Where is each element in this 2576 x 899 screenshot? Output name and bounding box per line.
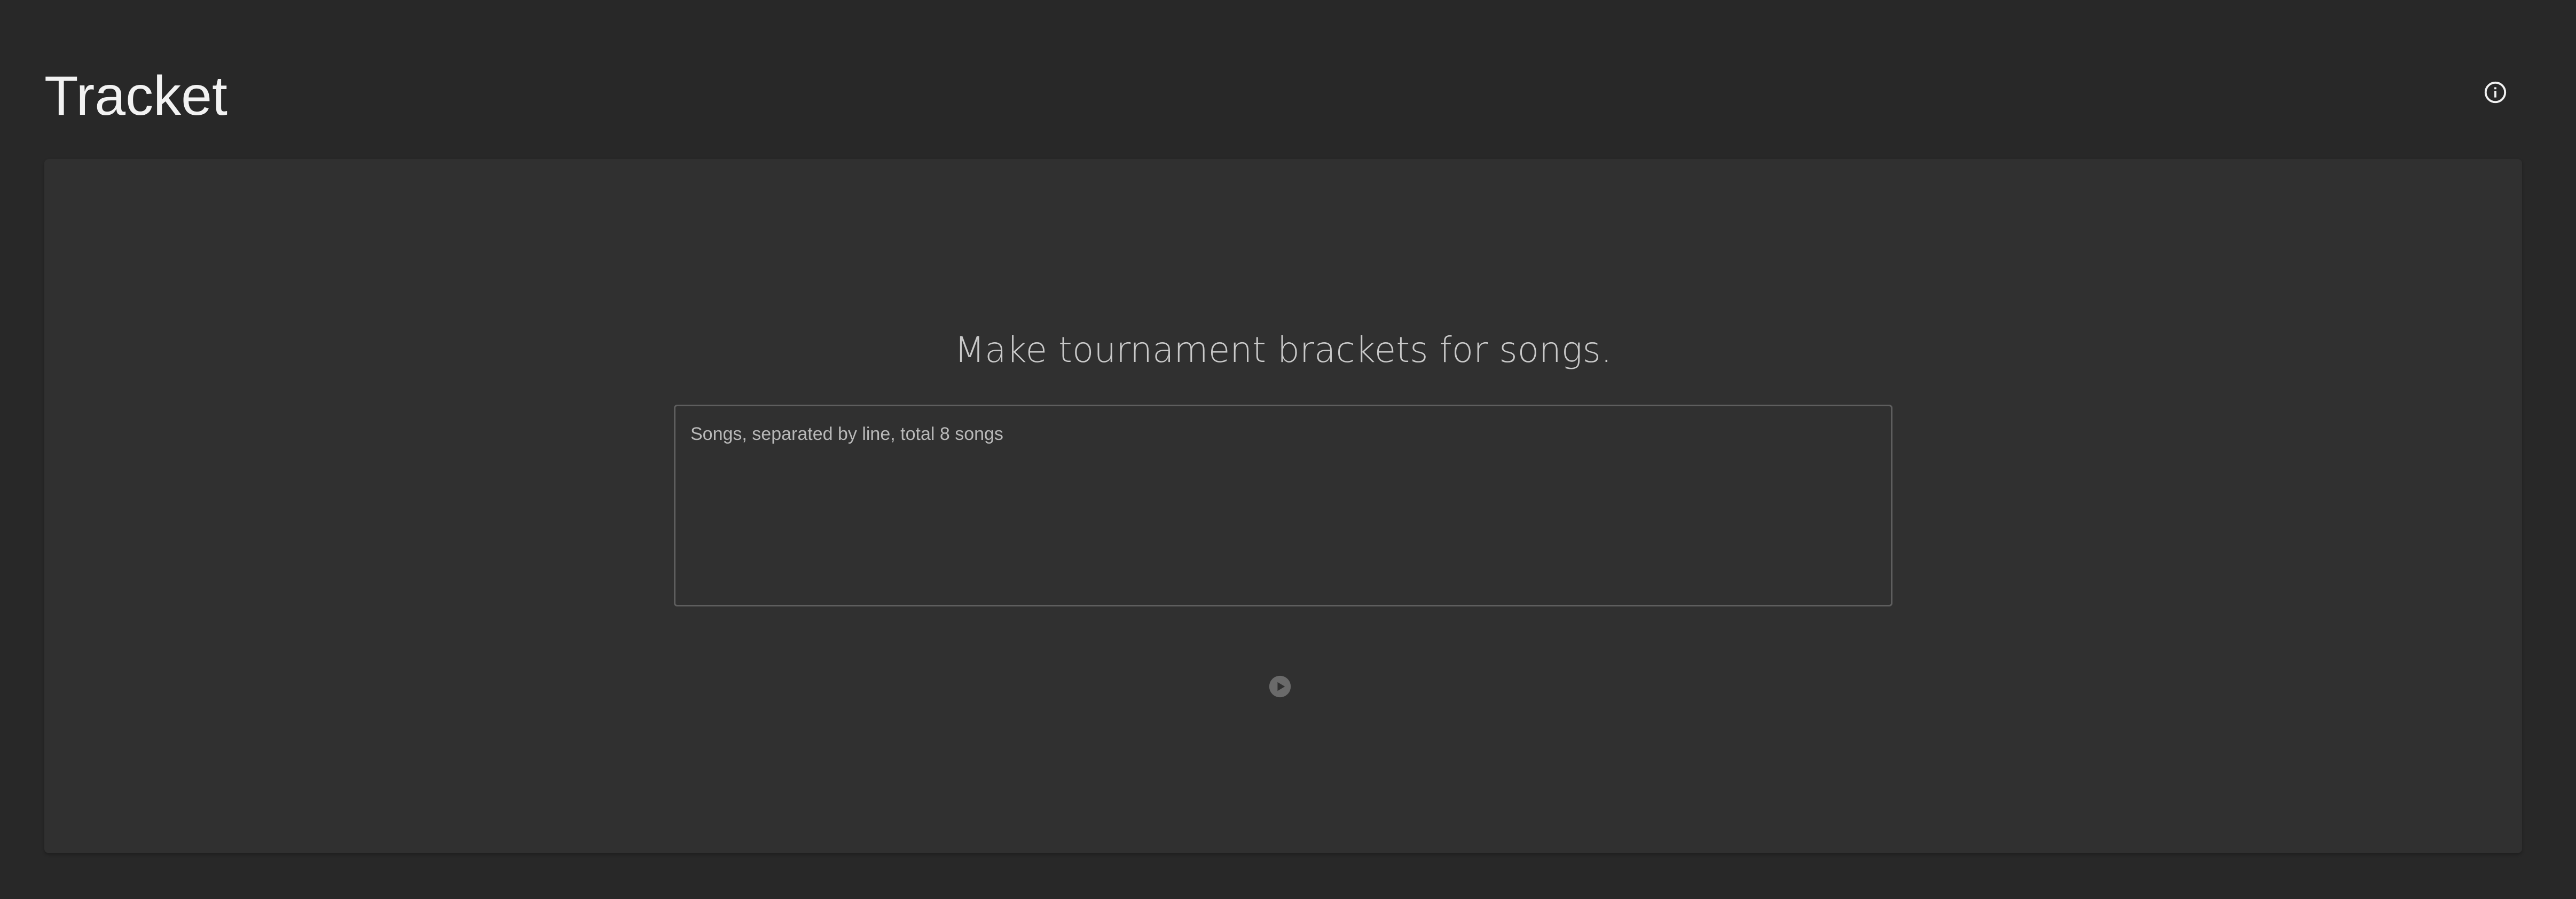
- tagline: Make tournament brackets for songs.: [954, 329, 1612, 370]
- info-button[interactable]: [2483, 80, 2508, 105]
- play-circle-icon: [1268, 675, 1292, 698]
- start-button[interactable]: [1268, 675, 1292, 698]
- info-circle-icon: [2483, 80, 2508, 105]
- main-card: Make tournament brackets for songs.: [44, 159, 2522, 853]
- app-root: Tracket Make tournament brackets for son…: [0, 0, 2576, 899]
- songs-input[interactable]: [674, 405, 1892, 606]
- app-title: Tracket: [44, 65, 227, 127]
